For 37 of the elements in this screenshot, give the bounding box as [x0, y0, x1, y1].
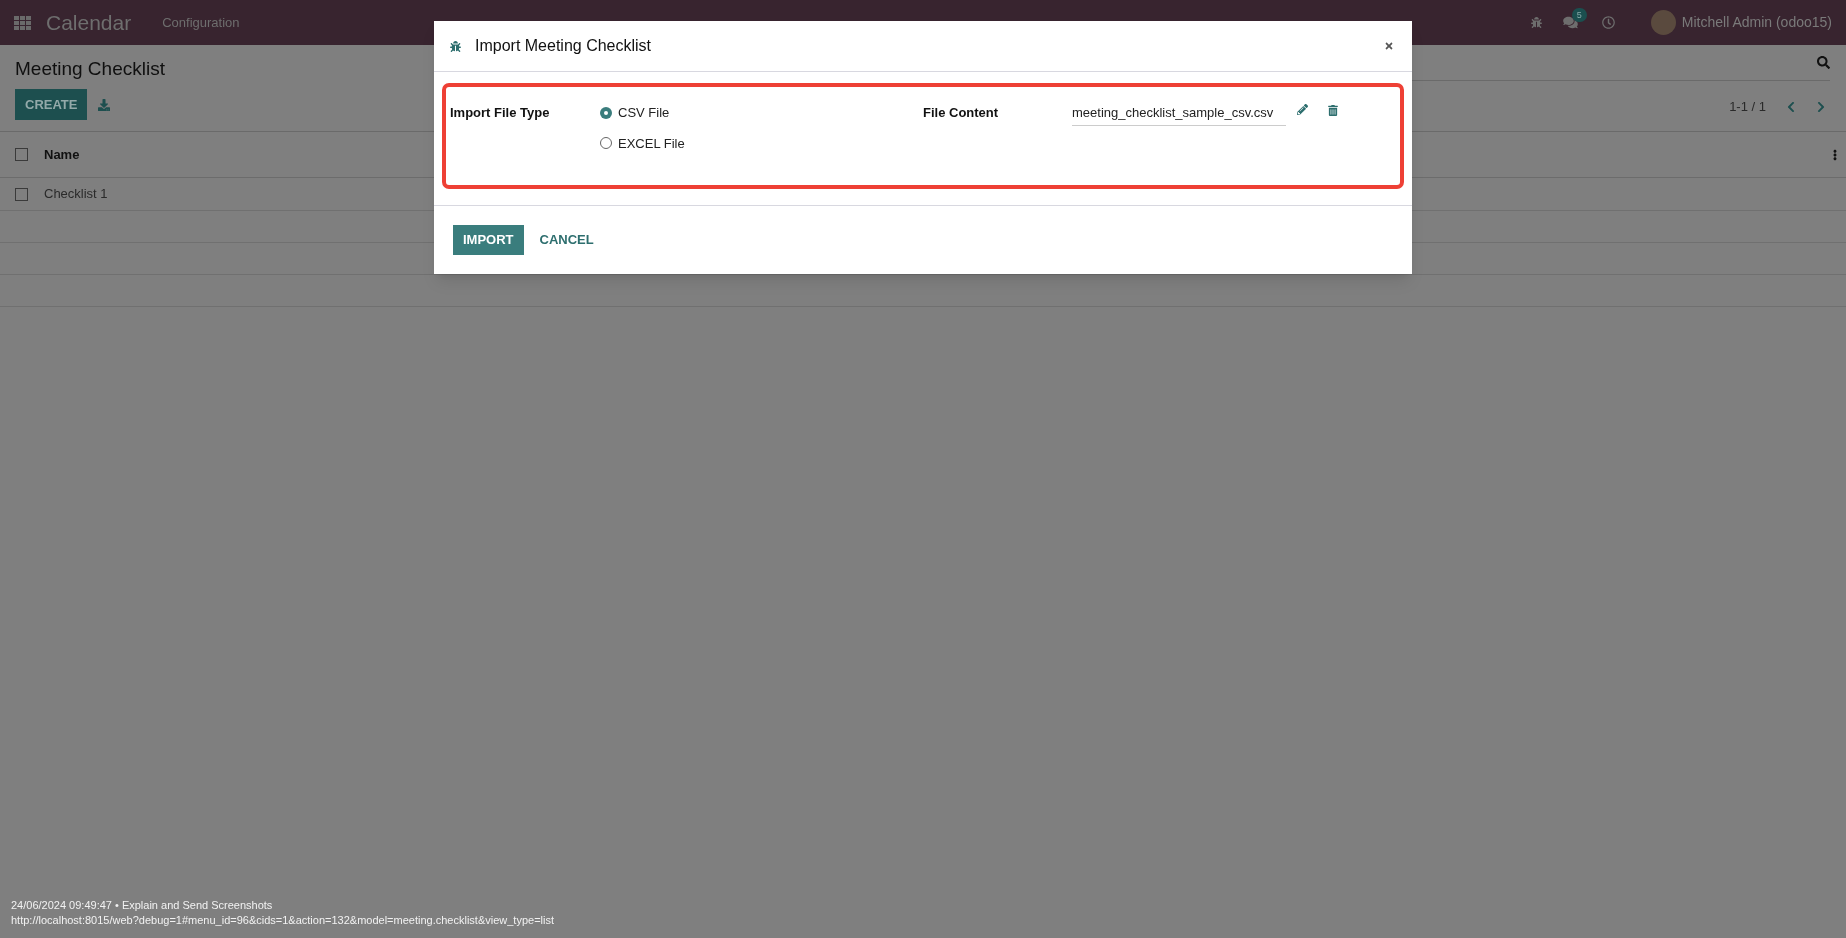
user-avatar[interactable] [1650, 10, 1676, 35]
pager-text: 1-1 / 1 [1729, 98, 1766, 116]
close-icon[interactable] [1384, 41, 1394, 51]
timestamp-caption: 24/06/2024 09:49:47 • Explain and Send Screenshots [11, 898, 274, 913]
checkbox[interactable] [15, 187, 28, 201]
messages-icon[interactable] [1562, 16, 1578, 29]
message-count-badge: 5 [1571, 8, 1587, 22]
download-icon[interactable] [98, 98, 111, 111]
apps-grid-icon[interactable] [14, 15, 31, 30]
radio-button[interactable] [600, 106, 612, 119]
dialog-title: Import Meeting Checklist [475, 36, 652, 56]
checkbox[interactable] [15, 148, 28, 161]
search-icon[interactable] [1817, 56, 1830, 69]
app-name[interactable]: Calendar [46, 6, 132, 39]
page-url: http://localhost:8015/web?debug=1#menu_id=96&cids=1&action=132&model=meeting.checklist&view_type=list [11, 913, 556, 928]
field-label: Import File Type [450, 104, 551, 122]
cancel-button[interactable]: CANCEL [539, 230, 594, 250]
menu-item[interactable]: Configuration [162, 12, 240, 33]
table-cell-text: Checklist 1 [44, 185, 108, 204]
user-name[interactable]: Mitchell Admin (odoo15) [1681, 12, 1832, 33]
clock-icon[interactable] [1601, 16, 1615, 29]
file-name-field[interactable]: meeting_checklist_sample_csv.csv [1072, 103, 1286, 126]
edit-icon[interactable] [1297, 104, 1308, 115]
next-page-icon[interactable] [1816, 100, 1826, 113]
field-label: File Content [923, 104, 1000, 122]
debug-bug-icon[interactable] [1530, 17, 1542, 28]
page-title: Meeting Checklist [15, 57, 165, 81]
previous-page-icon[interactable] [1786, 100, 1796, 113]
bug-icon [450, 40, 461, 52]
optional-columns-icon[interactable] [1833, 148, 1837, 161]
column-header[interactable]: Name [44, 144, 80, 165]
import-button[interactable]: IMPORT [453, 225, 524, 255]
radio-option[interactable]: EXCEL File [600, 133, 685, 153]
radio-button[interactable] [600, 137, 612, 150]
radio-option[interactable]: CSV File [600, 103, 685, 123]
create-button[interactable]: CREATE [15, 89, 88, 120]
delete-icon[interactable] [1328, 105, 1338, 116]
